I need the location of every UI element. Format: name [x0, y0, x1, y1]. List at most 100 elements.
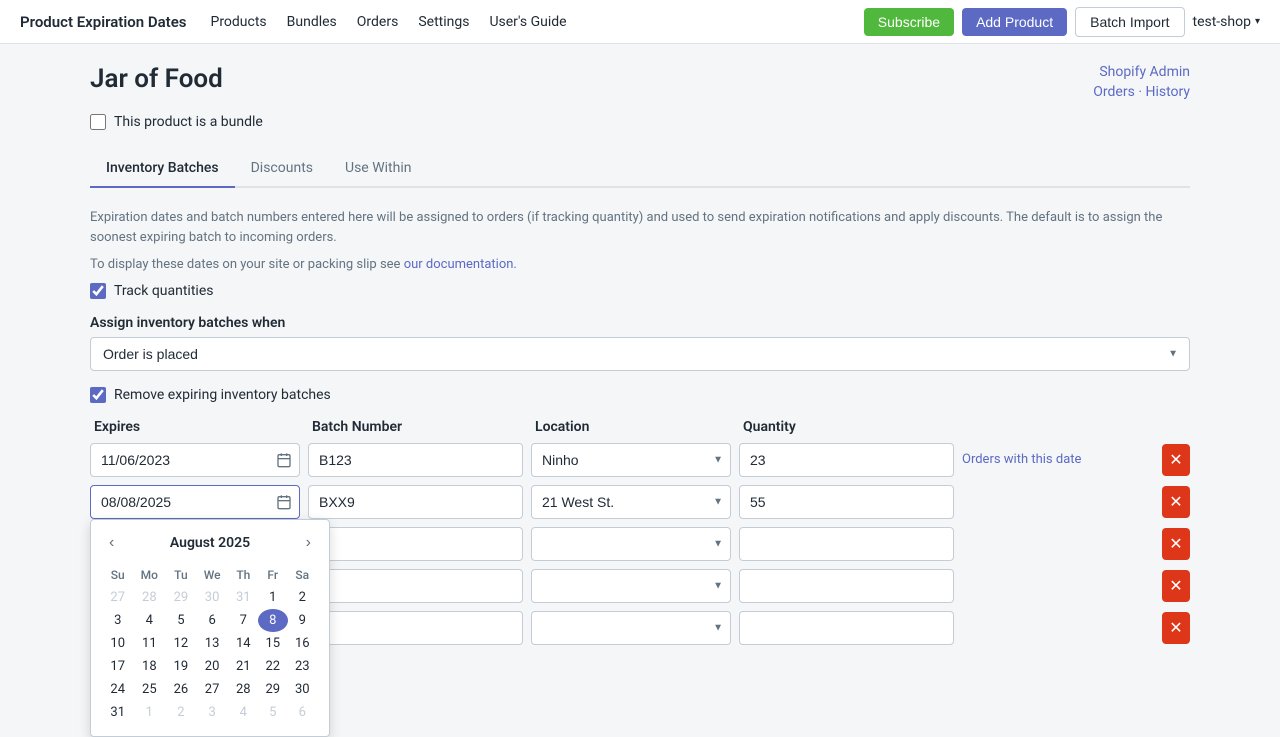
remove-btn-3[interactable]: ✕ [1162, 570, 1190, 602]
calendar-day[interactable]: 16 [288, 632, 317, 655]
bundle-checkbox-label: This product is a bundle [114, 114, 263, 130]
history-link[interactable]: History [1145, 84, 1190, 100]
doc-link[interactable]: our documentation. [404, 257, 517, 272]
calendar-day[interactable]: 19 [166, 655, 195, 678]
calendar-day[interactable]: 27 [103, 586, 132, 609]
bundle-checkbox[interactable] [90, 114, 106, 130]
nav-users-guide[interactable]: User's Guide [489, 14, 566, 30]
calendar-day[interactable]: 18 [132, 655, 166, 678]
calendar-prev-btn[interactable]: ‹ [103, 532, 120, 554]
remove-btn-2[interactable]: ✕ [1162, 528, 1190, 560]
track-qty-checkbox[interactable] [90, 283, 106, 299]
bundle-checkbox-row: This product is a bundle [90, 114, 1190, 130]
calendar-day[interactable]: 8 [258, 609, 287, 632]
calendar-day[interactable]: 6 [288, 701, 317, 724]
expires-input-1[interactable] [90, 485, 300, 519]
calendar-day[interactable]: 6 [196, 609, 229, 632]
day-header-fr: Fr [258, 564, 287, 586]
calendar-icon-1[interactable] [276, 494, 292, 510]
remove-expiring-checkbox[interactable] [90, 387, 106, 403]
calendar-day[interactable]: 3 [196, 701, 229, 724]
nav-orders[interactable]: Orders [357, 14, 399, 30]
calendar-day[interactable]: 11 [132, 632, 166, 655]
calendar-day[interactable]: 17 [103, 655, 132, 678]
tab-discounts[interactable]: Discounts [235, 150, 329, 188]
qty-input-4[interactable] [739, 611, 954, 645]
remove-btn-0[interactable]: ✕ [1162, 444, 1190, 476]
calendar-day[interactable]: 25 [132, 678, 166, 701]
calendar-day[interactable]: 31 [229, 586, 258, 609]
calendar-day[interactable]: 3 [103, 609, 132, 632]
orders-link[interactable]: Orders [1093, 84, 1135, 100]
batch-import-button[interactable]: Batch Import [1075, 7, 1184, 37]
nav-bundles[interactable]: Bundles [287, 14, 337, 30]
add-product-button[interactable]: Add Product [962, 8, 1067, 36]
calendar-day[interactable]: 5 [166, 609, 195, 632]
calendar-day[interactable]: 27 [196, 678, 229, 701]
calendar-day[interactable]: 7 [229, 609, 258, 632]
calendar-day[interactable]: 4 [132, 609, 166, 632]
location-select-1[interactable]: Ninho 21 West St. [531, 485, 731, 519]
calendar-day[interactable]: 21 [229, 655, 258, 678]
location-wrapper-3: Ninho 21 West St. [531, 569, 731, 603]
nav-products[interactable]: Products [210, 14, 266, 30]
calendar-day[interactable]: 12 [166, 632, 195, 655]
calendar-day[interactable]: 26 [166, 678, 195, 701]
qty-input-1[interactable] [739, 485, 954, 519]
assign-select[interactable]: Order is placed Order is fulfilled [90, 337, 1190, 371]
calendar-day[interactable]: 29 [166, 586, 195, 609]
calendar-day[interactable]: 28 [132, 586, 166, 609]
col-batch-number: Batch Number [312, 419, 527, 435]
shop-name: test-shop [1193, 14, 1251, 30]
col-quantity: Quantity [743, 419, 958, 435]
location-select-2[interactable]: Ninho 21 West St. [531, 527, 731, 561]
calendar-day[interactable]: 15 [258, 632, 287, 655]
calendar-day[interactable]: 1 [258, 586, 287, 609]
expires-input-0[interactable] [90, 443, 300, 477]
calendar-day[interactable]: 14 [229, 632, 258, 655]
calendar-day[interactable]: 1 [132, 701, 166, 724]
batch-number-input-3[interactable] [308, 569, 523, 603]
calendar-day[interactable]: 30 [196, 586, 229, 609]
batch-number-input-0[interactable] [308, 443, 523, 477]
location-select-3[interactable]: Ninho 21 West St. [531, 569, 731, 603]
subscribe-button[interactable]: Subscribe [864, 8, 954, 36]
calendar-day[interactable]: 20 [196, 655, 229, 678]
calendar-day[interactable]: 4 [229, 701, 258, 724]
calendar-day[interactable]: 22 [258, 655, 287, 678]
calendar-day[interactable]: 28 [229, 678, 258, 701]
location-select-4[interactable]: Ninho 21 West St. [531, 611, 731, 645]
qty-input-2[interactable] [739, 527, 954, 561]
tab-inventory-batches[interactable]: Inventory Batches [90, 150, 235, 188]
calendar-day[interactable]: 29 [258, 678, 287, 701]
calendar-day[interactable]: 2 [288, 586, 317, 609]
batch-number-input-4[interactable] [308, 611, 523, 645]
location-wrapper-2: Ninho 21 West St. [531, 527, 731, 561]
shopify-admin-link[interactable]: Shopify Admin [1099, 64, 1190, 80]
location-select-0[interactable]: Ninho 21 West St. [531, 443, 731, 477]
batch-number-input-2[interactable] [308, 527, 523, 561]
nav-settings[interactable]: Settings [418, 14, 469, 30]
calendar-icon-0[interactable] [276, 452, 292, 468]
shop-selector[interactable]: test-shop ▾ [1193, 14, 1261, 30]
calendar-day[interactable]: 31 [103, 701, 132, 724]
tabs: Inventory Batches Discounts Use Within [90, 150, 1190, 188]
tab-use-within[interactable]: Use Within [329, 150, 427, 188]
calendar-day[interactable]: 13 [196, 632, 229, 655]
calendar-day[interactable]: 5 [258, 701, 287, 724]
calendar-next-btn[interactable]: › [300, 532, 317, 554]
calendar-day[interactable]: 2 [166, 701, 195, 724]
remove-btn-1[interactable]: ✕ [1162, 486, 1190, 518]
remove-btn-4[interactable]: ✕ [1162, 612, 1190, 644]
orders-link-0[interactable]: Orders with this date [962, 452, 1154, 467]
calendar-day[interactable]: 10 [103, 632, 132, 655]
calendar-day[interactable]: 23 [288, 655, 317, 678]
assign-label: Assign inventory batches when [90, 315, 1190, 331]
calendar-day[interactable]: 24 [103, 678, 132, 701]
calendar-day[interactable]: 30 [288, 678, 317, 701]
calendar-day[interactable]: 9 [288, 609, 317, 632]
qty-input-0[interactable] [739, 443, 954, 477]
batch-number-input-1[interactable] [308, 485, 523, 519]
qty-input-3[interactable] [739, 569, 954, 603]
navbar-brand: Product Expiration Dates [20, 13, 186, 31]
